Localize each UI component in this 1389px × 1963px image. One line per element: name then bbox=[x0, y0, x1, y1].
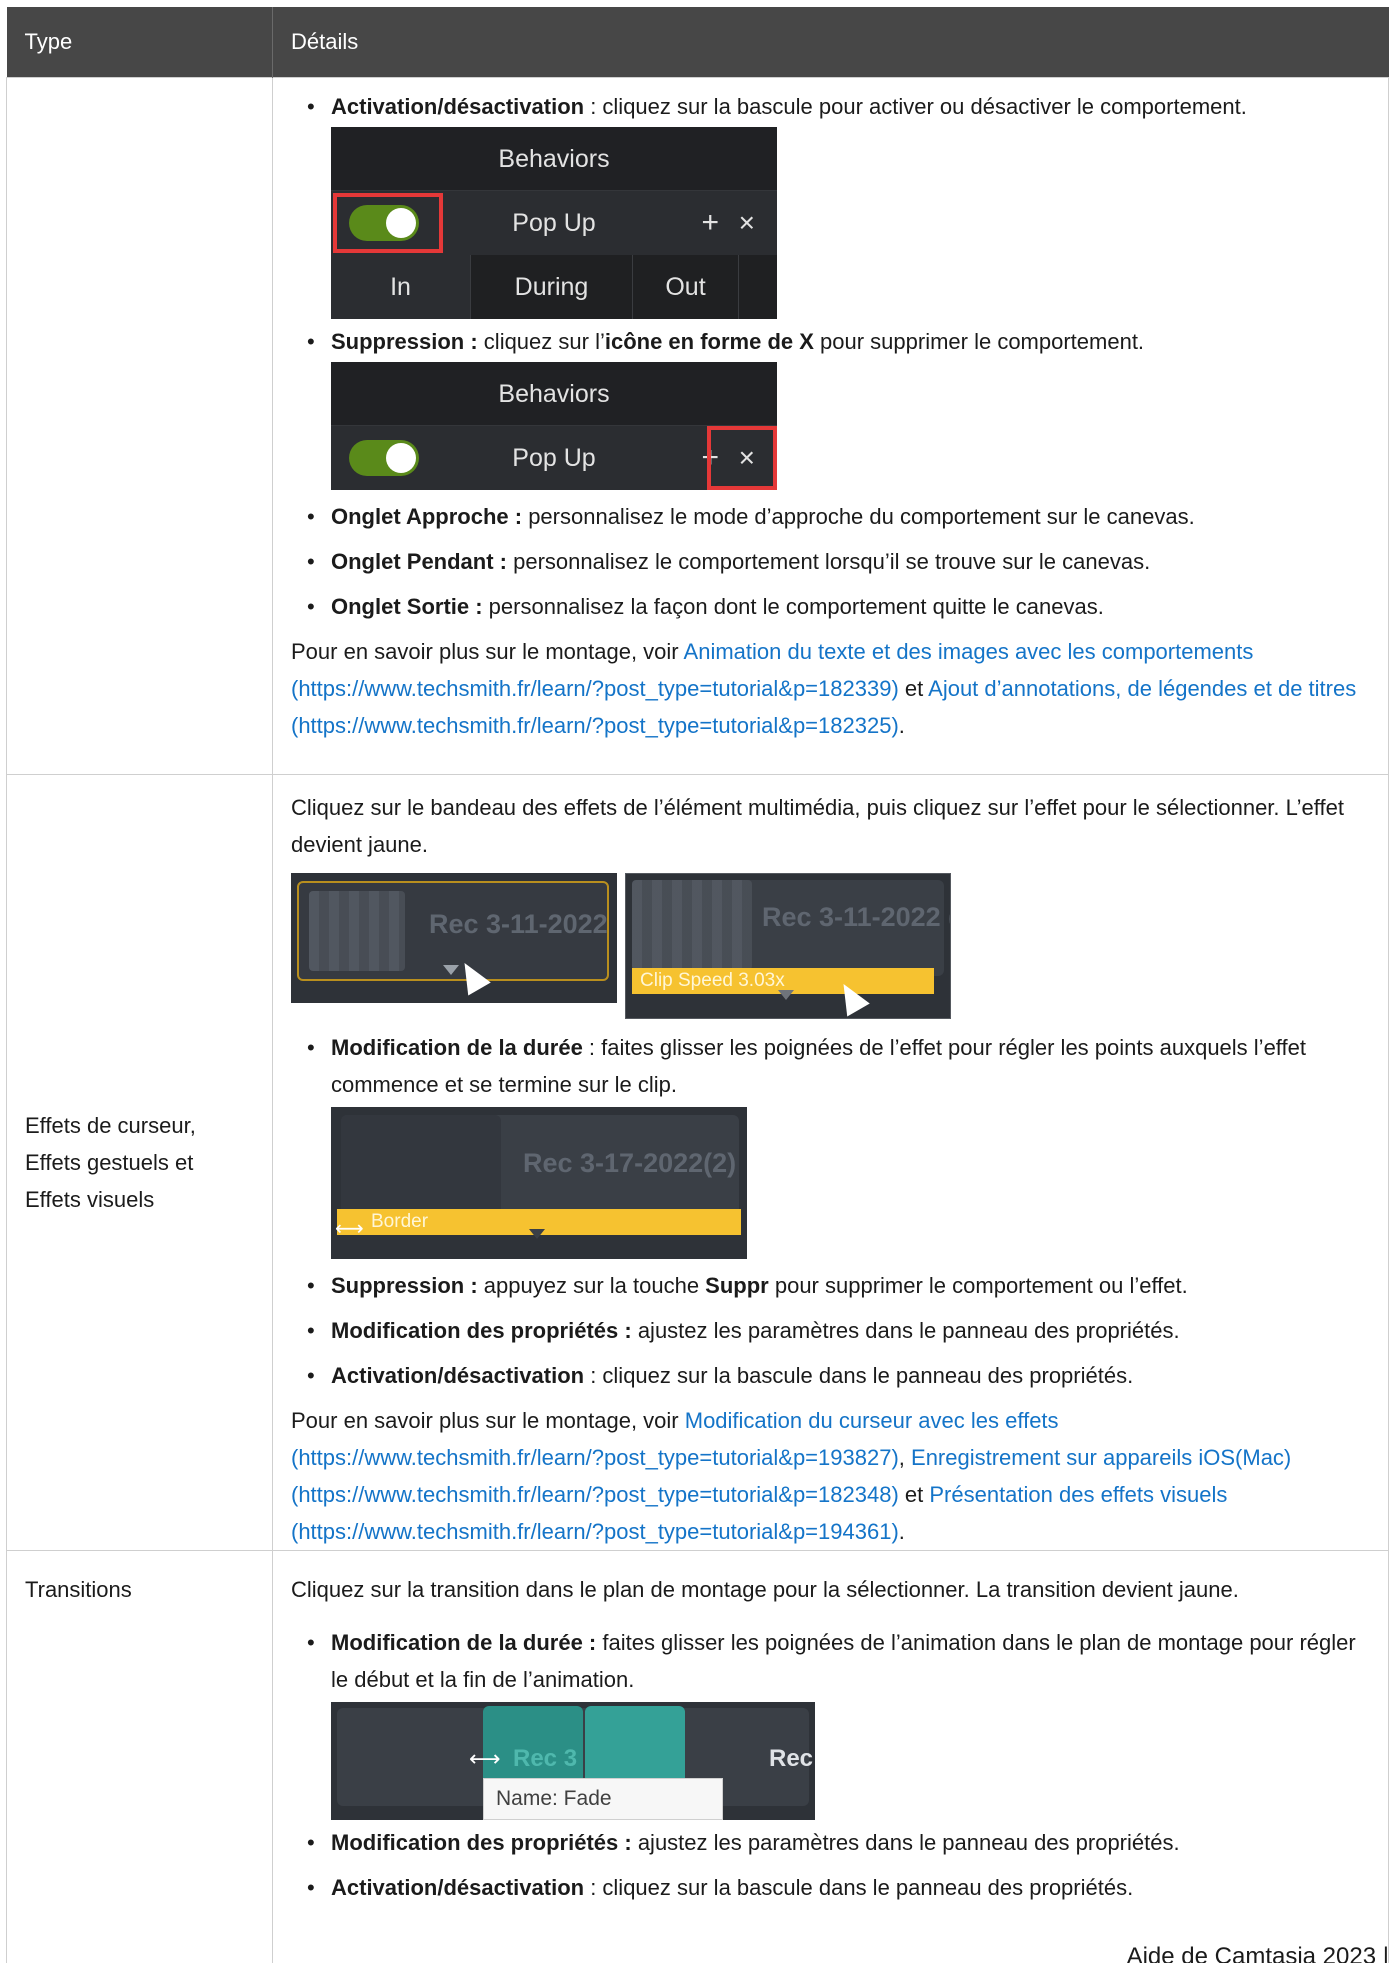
list-item: Activation/désactivation : cliquez sur l… bbox=[307, 88, 1370, 319]
tooltip: Name: Fade bbox=[483, 1777, 723, 1820]
behaviors-panel-screenshot: Behaviors Pop Up + × In During Out bbox=[331, 126, 777, 319]
behavior-row: Pop Up + × bbox=[331, 425, 777, 490]
list-item: Modification de la durée : faites glisse… bbox=[307, 1624, 1370, 1820]
clip-screenshot: Rec 3-11-2022 ( Clip Speed 3.03x bbox=[625, 872, 951, 1019]
behaviors-title: Behaviors bbox=[331, 361, 777, 426]
column-header-details: Détails bbox=[272, 7, 1389, 77]
list-item: Onglet Pendant : personnalisez le compor… bbox=[307, 543, 1370, 580]
details-cell: Activation/désactivation : cliquez sur l… bbox=[272, 76, 1389, 775]
close-icon: × bbox=[738, 206, 755, 238]
type-cell bbox=[6, 76, 273, 775]
list-item: Activation/désactivation : cliquez sur l… bbox=[307, 1869, 1370, 1906]
clip-title: Rec bbox=[769, 1744, 814, 1772]
list-item: Modification des propriétés : ajustez le… bbox=[307, 1824, 1370, 1861]
type-label: Effets de curseur, Effets gestuels et Ef… bbox=[25, 1112, 196, 1212]
list-item: Suppression : appuyez sur la touche Supp… bbox=[307, 1267, 1370, 1304]
intro-text: Cliquez sur la transition dans le plan d… bbox=[291, 1576, 1239, 1602]
clip-screenshots: Rec 3-11-2022 Rec 3-11-2022 ( Clip Speed… bbox=[291, 872, 1370, 1019]
list-item: Modification des propriétés : ajustez le… bbox=[307, 1312, 1370, 1349]
more-info-paragraph: Pour en savoir plus sur le montage, voir… bbox=[291, 638, 1357, 738]
highlight-box bbox=[707, 425, 777, 490]
add-icon: + bbox=[701, 205, 719, 239]
clip-title: Rec 3 bbox=[513, 1744, 578, 1772]
behavior-row: Pop Up + × bbox=[331, 190, 777, 255]
list-item: Suppression : cliquez sur l’icône en for… bbox=[307, 323, 1370, 490]
resize-handle-icon: ⟷ bbox=[335, 1217, 364, 1240]
table-row: Effets de curseur, Effets gestuels et Ef… bbox=[6, 773, 1389, 1551]
details-table: Type Détails Activation/désactivation : … bbox=[6, 7, 1389, 1963]
table-header: Type Détails bbox=[6, 7, 1389, 77]
clip-title: Rec 3-11-2022 ( bbox=[762, 901, 951, 932]
behavior-tabs: In During Out bbox=[331, 254, 777, 319]
list-item: Onglet Approche : personnalisez le mode … bbox=[307, 498, 1370, 535]
resize-handle-icon: ⟷ bbox=[469, 1745, 501, 1771]
clip-title: Rec 3-17-2022(2) bbox=[523, 1147, 737, 1178]
intro-text: Cliquez sur le bandeau des effets de l’é… bbox=[291, 794, 1344, 857]
details-cell: Cliquez sur la transition dans le plan d… bbox=[272, 1549, 1389, 1963]
clip-title: Rec 3-11-2022 bbox=[429, 908, 608, 939]
list-item: Modification de la durée : faites glisse… bbox=[307, 1029, 1370, 1259]
tab-in: In bbox=[331, 254, 471, 319]
type-cell: Transitions bbox=[6, 1549, 273, 1963]
column-header-type: Type bbox=[6, 7, 273, 77]
table-row: Transitions Cliquez sur la transition da… bbox=[6, 1549, 1389, 1963]
details-cell: Cliquez sur le bandeau des effets de l’é… bbox=[272, 773, 1389, 1551]
type-label: Transitions bbox=[25, 1576, 132, 1602]
tab-during: During bbox=[471, 254, 633, 319]
tab-out: Out bbox=[633, 254, 739, 319]
clip-screenshot: Rec 3-11-2022 bbox=[291, 872, 617, 1003]
page-footer: Aide de Camtasia 2023 | 1 bbox=[1126, 1943, 1389, 1963]
behaviors-panel-screenshot: Behaviors Pop Up + × bbox=[331, 361, 777, 490]
more-info-paragraph: Pour en savoir plus sur le montage, voir… bbox=[291, 1407, 1292, 1544]
transition-screenshot: Rec 3 Rec ⟷ Name: Fade bbox=[331, 1701, 815, 1820]
clip-screenshot: Rec 3-17-2022(2) Border ⟷ bbox=[331, 1106, 747, 1259]
list-item: Activation/désactivation : cliquez sur l… bbox=[307, 1357, 1370, 1394]
type-cell: Effets de curseur, Effets gestuels et Ef… bbox=[6, 773, 273, 1551]
behaviors-title: Behaviors bbox=[331, 126, 777, 191]
list-item: Onglet Sortie : personnalisez la façon d… bbox=[307, 588, 1370, 625]
table-row: Activation/désactivation : cliquez sur l… bbox=[6, 76, 1389, 775]
